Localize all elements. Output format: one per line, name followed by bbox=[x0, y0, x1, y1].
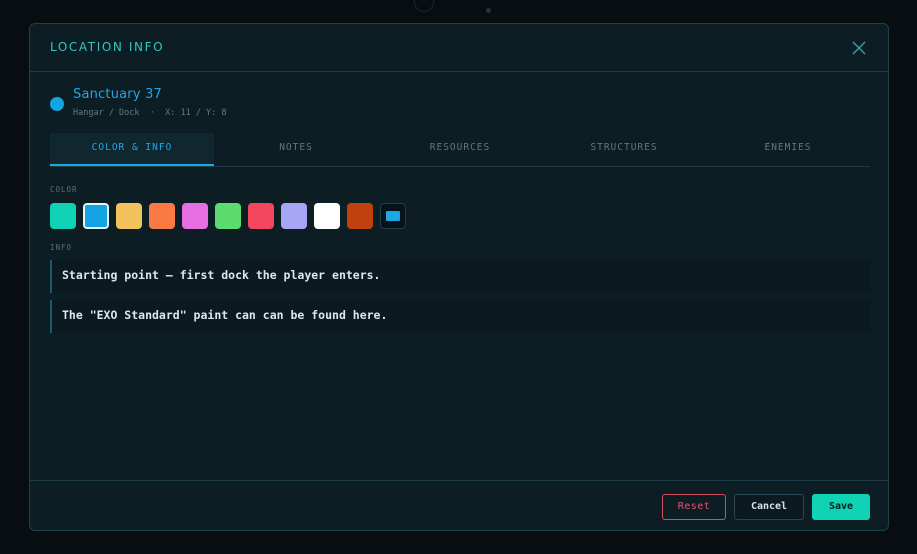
color-swatch[interactable] bbox=[314, 203, 340, 229]
color-swatch[interactable] bbox=[149, 203, 175, 229]
modal-footer: Reset Cancel Save bbox=[30, 480, 888, 531]
background-decoration bbox=[410, 0, 510, 20]
custom-color-picker[interactable] bbox=[380, 203, 406, 229]
close-icon bbox=[852, 41, 866, 55]
location-name: Sanctuary 37 bbox=[73, 87, 163, 102]
color-swatch[interactable] bbox=[347, 203, 373, 229]
location-info-modal: LOCATION INFO Sanctuary 37 Hangar / Dock… bbox=[29, 23, 889, 531]
cancel-button[interactable]: Cancel bbox=[734, 494, 804, 520]
color-swatch[interactable] bbox=[116, 203, 142, 229]
color-swatch[interactable] bbox=[281, 203, 307, 229]
info-entry[interactable]: The "EXO Standard" paint can can be foun… bbox=[50, 300, 870, 333]
custom-color-preview bbox=[386, 211, 400, 221]
info-section-label: INFO bbox=[50, 243, 73, 252]
color-swatch[interactable] bbox=[182, 203, 208, 229]
color-swatch[interactable] bbox=[248, 203, 274, 229]
info-entry[interactable]: Starting point — first dock the player e… bbox=[50, 260, 870, 293]
tab-bar: COLOR & INFO NOTES RESOURCES STRUCTURES … bbox=[50, 133, 870, 167]
tab-enemies[interactable]: ENEMIES bbox=[706, 133, 870, 166]
tab-resources[interactable]: RESOURCES bbox=[378, 133, 542, 166]
tab-structures[interactable]: STRUCTURES bbox=[542, 133, 706, 166]
tab-notes[interactable]: NOTES bbox=[214, 133, 378, 166]
location-meta: Hangar / Dock · X: 11 / Y: 8 bbox=[73, 108, 227, 118]
modal-title: LOCATION INFO bbox=[50, 40, 165, 54]
color-section-label: COLOR bbox=[50, 185, 78, 194]
modal-header: LOCATION INFO bbox=[30, 24, 888, 72]
background-ring-icon bbox=[414, 0, 434, 12]
color-swatch[interactable] bbox=[50, 203, 76, 229]
color-swatch[interactable] bbox=[83, 203, 109, 229]
background-dot-icon bbox=[486, 8, 491, 13]
tab-color-info[interactable]: COLOR & INFO bbox=[50, 133, 214, 166]
reset-button[interactable]: Reset bbox=[662, 494, 726, 520]
location-color-dot bbox=[50, 97, 64, 111]
color-swatch[interactable] bbox=[215, 203, 241, 229]
close-button[interactable] bbox=[849, 38, 869, 58]
save-button[interactable]: Save bbox=[812, 494, 870, 520]
